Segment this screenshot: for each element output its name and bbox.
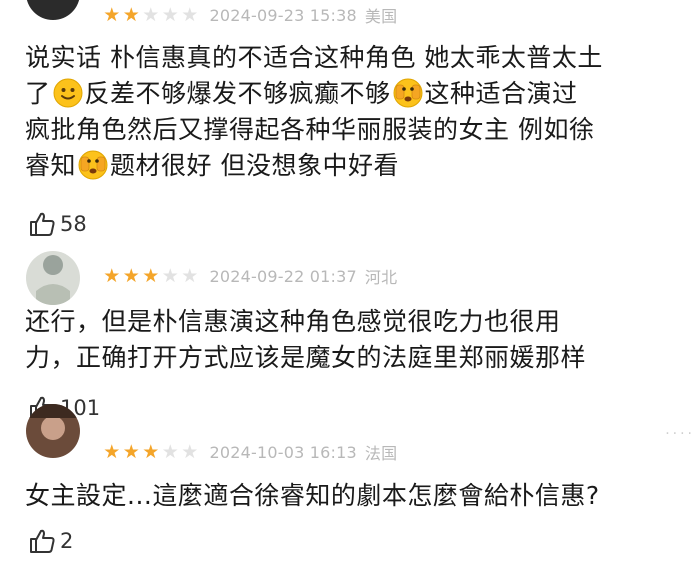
- like-count: 2: [60, 529, 74, 553]
- like-button[interactable]: 2: [28, 525, 73, 557]
- star-icon: ★: [142, 265, 160, 287]
- text-fragment: 反差不够爆发不够疯癫不够: [84, 79, 391, 108]
- text-fragment: 这种适合演过: [424, 79, 578, 108]
- star-icon: ★: [161, 441, 179, 463]
- review-text-line: 睿知 题材很好 但没想象中好看: [25, 148, 675, 184]
- review-text: 女主設定...這麼適合徐睿知的劇本怎麼會給朴信惠?: [25, 478, 675, 514]
- star-icon: ★: [103, 441, 121, 463]
- rating-stars: ★ ★ ★ ★ ★: [102, 266, 200, 286]
- star-icon: ★: [103, 265, 121, 287]
- star-icon: ★: [122, 4, 140, 26]
- divider-dots: ····: [665, 426, 695, 442]
- text-fragment: 题材很好 但没想象中好看: [110, 151, 399, 180]
- star-icon: ★: [142, 4, 160, 26]
- star-icon: ★: [181, 441, 199, 463]
- rating-stars: ★ ★ ★ ★ ★: [102, 442, 200, 462]
- face-with-peeking-eye-icon: [78, 150, 108, 180]
- review-meta: ★ ★ ★ ★ ★ 2024-09-22 01:37 河北: [102, 264, 397, 288]
- like-count: 58: [60, 212, 87, 236]
- star-icon: ★: [142, 441, 160, 463]
- avatar[interactable]: [26, 0, 80, 20]
- review-meta: ★ ★ ★ ★ ★ 2024-10-03 16:13 法国: [102, 440, 397, 464]
- review-date: 2024-09-23 15:38: [209, 5, 357, 25]
- avatar[interactable]: [26, 251, 80, 305]
- review-text-line: 了 反差不够爆发不够疯癫不够 这种适合演过: [25, 76, 675, 112]
- thumbs-up-icon: [30, 212, 55, 236]
- text-fragment: 睿知: [25, 151, 77, 180]
- review-location: 美国: [364, 7, 398, 26]
- star-icon: ★: [161, 265, 179, 287]
- avatar[interactable]: [26, 404, 80, 458]
- rating-stars: ★ ★ ★ ★ ★: [102, 5, 200, 25]
- review-text-line: 疯批角色然后又撑得起各种华丽服装的女主 例如徐: [25, 115, 595, 144]
- face-with-peeking-eye-icon: [393, 78, 423, 108]
- star-icon: ★: [181, 4, 199, 26]
- text-fragment: 了: [25, 79, 51, 108]
- star-icon: ★: [103, 4, 121, 26]
- review-date: 2024-10-03 16:13: [209, 442, 357, 462]
- like-button[interactable]: 58: [28, 208, 87, 240]
- review-text-line: 女主設定...這麼適合徐睿知的劇本怎麼會給朴信惠?: [25, 481, 600, 510]
- review-text: 说实话 朴信惠真的不适合这种角色 她太乖太普太土 了 反差不够爆发不够疯癫不够 …: [25, 40, 675, 184]
- review-meta: ★ ★ ★ ★ ★ 2024-09-23 15:38 美国: [102, 3, 397, 27]
- review-location: 河北: [364, 268, 398, 287]
- review-text-line: 力，正确打开方式应该是魔女的法庭里郑丽媛那样: [25, 343, 587, 372]
- thumbs-up-icon: [30, 529, 55, 553]
- review-text: 还行，但是朴信惠演这种角色感觉很吃力也很用 力，正确打开方式应该是魔女的法庭里郑…: [25, 304, 675, 376]
- review-text-line: 还行，但是朴信惠演这种角色感觉很吃力也很用: [25, 307, 561, 336]
- star-icon: ★: [122, 265, 140, 287]
- review-text-line: 说实话 朴信惠真的不适合这种角色 她太乖太普太土: [25, 43, 603, 72]
- slightly-smiling-face-icon: [53, 78, 83, 108]
- review-date: 2024-09-22 01:37: [209, 266, 357, 286]
- star-icon: ★: [161, 4, 179, 26]
- star-icon: ★: [122, 441, 140, 463]
- review-location: 法国: [364, 444, 398, 463]
- star-icon: ★: [181, 265, 199, 287]
